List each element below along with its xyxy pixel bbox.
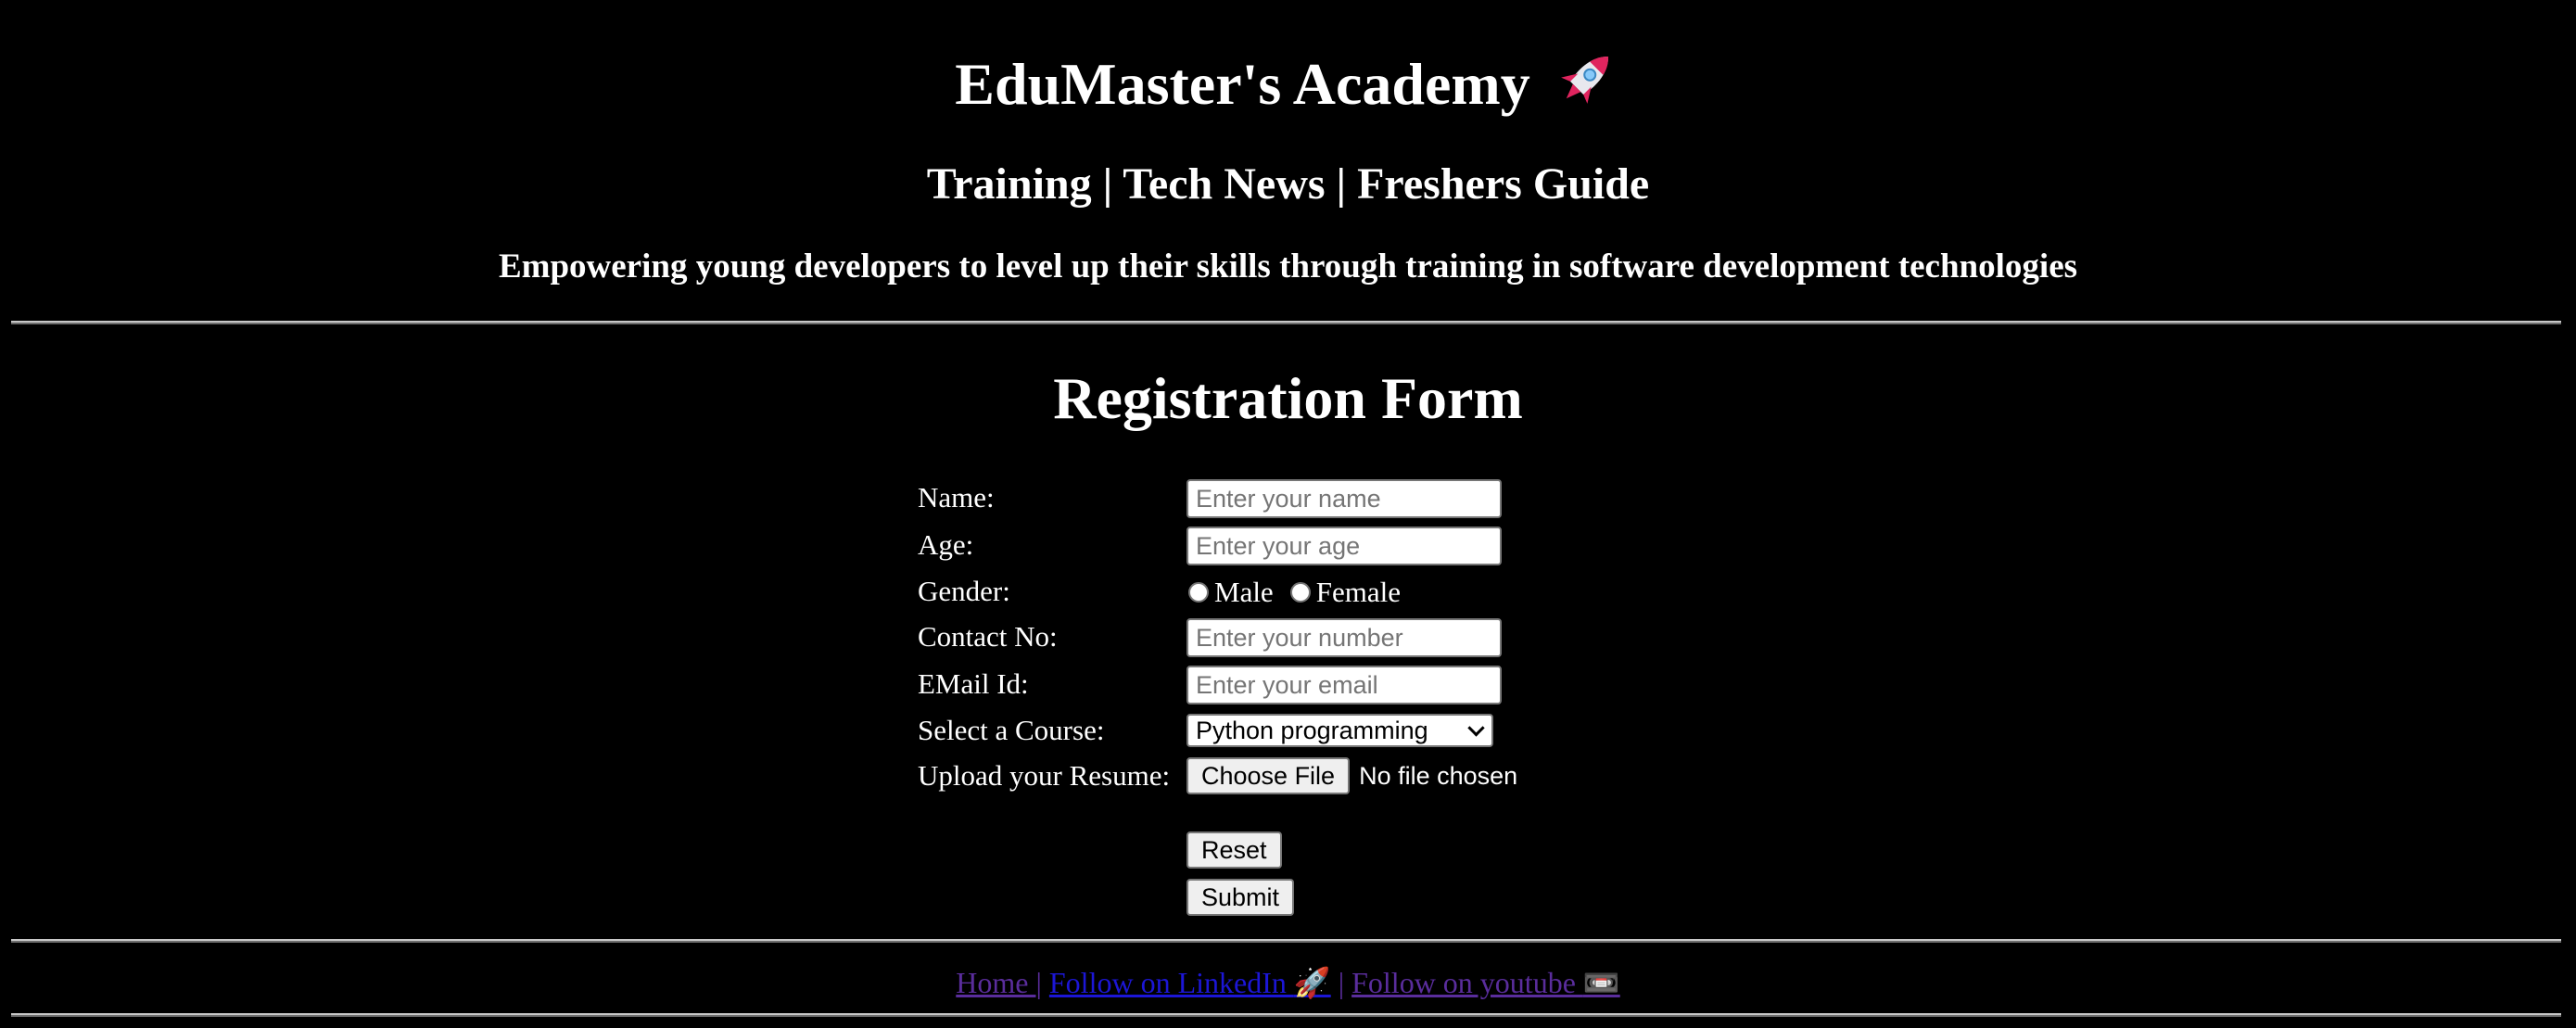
gender-row: Gender: Male Female — [918, 568, 1567, 615]
course-label: Select a Course: — [918, 714, 1105, 746]
nav-subtitle: Training | Tech News | Freshers Guide — [926, 159, 1650, 209]
youtube-link-text: Follow on youtube — [1351, 966, 1583, 999]
submit-control: Submit — [1186, 879, 1295, 916]
youtube-link[interactable]: Follow on youtube 📼 — [1351, 965, 1620, 1000]
chevron-down-icon — [1467, 719, 1485, 737]
email-row: EMail Id: — [918, 661, 1567, 707]
linkedin-link[interactable]: Follow on LinkedIn 🚀 — [1048, 965, 1331, 1000]
resume-control: Choose File No file chosen — [1186, 757, 1517, 794]
name-input[interactable] — [1186, 479, 1502, 518]
name-row: Name: — [918, 475, 1567, 521]
choose-file-button[interactable]: Choose File — [1186, 757, 1351, 794]
email-control — [1186, 666, 1502, 704]
footer-separator: | — [1035, 966, 1042, 999]
gender-female-radio[interactable] — [1289, 582, 1311, 603]
resume-row: Upload your Resume: Choose File No file … — [918, 753, 1567, 799]
contact-control — [1186, 618, 1502, 657]
home-link[interactable]: Home — [956, 966, 1035, 999]
contact-label: Contact No: — [918, 620, 1058, 653]
age-label: Age: — [918, 528, 974, 561]
name-control — [1186, 479, 1502, 518]
email-input[interactable] — [1186, 666, 1502, 704]
file-status: No file chosen — [1359, 761, 1518, 790]
course-control: Python programming — [1186, 714, 1493, 747]
resume-label: Upload your Resume: — [918, 759, 1171, 792]
reset-control: Reset — [1186, 831, 1282, 869]
site-title: EduMaster's Academy — [0, 43, 2576, 136]
rocket-icon: 🚀 — [1293, 965, 1331, 1000]
footer-separator: | — [1338, 966, 1345, 999]
gender-radio-group: Male Female — [1186, 574, 1410, 611]
email-label: EMail Id: — [918, 667, 1029, 700]
submit-button[interactable]: Submit — [1186, 879, 1295, 916]
gender-male-label[interactable]: Male — [1214, 574, 1274, 611]
gender-male-radio[interactable] — [1188, 582, 1209, 603]
site-title-text: EduMaster's Academy — [955, 51, 1530, 117]
age-input[interactable] — [1186, 527, 1502, 565]
course-row: Select a Course: Python programming — [918, 707, 1567, 754]
contact-input[interactable] — [1186, 618, 1502, 657]
footer-links: Home | Follow on LinkedIn 🚀 | Follow on … — [0, 959, 2576, 1006]
contact-row: Contact No: — [918, 614, 1567, 660]
reset-row: Reset — [918, 828, 1567, 874]
course-select[interactable]: Python programming — [1186, 714, 1493, 747]
reset-button[interactable]: Reset — [1186, 831, 1282, 869]
age-row: Age: — [918, 522, 1567, 568]
tagline: Empowering young developers to level up … — [498, 247, 2078, 286]
linkedin-link-text: Follow on LinkedIn — [1048, 966, 1294, 999]
gender-female-label[interactable]: Female — [1316, 574, 1401, 611]
submit-row: Submit — [918, 875, 1567, 921]
rocket-icon — [1551, 44, 1621, 136]
age-control — [1186, 527, 1502, 565]
divider — [11, 939, 2561, 943]
divider — [11, 1013, 2561, 1017]
divider — [11, 321, 2561, 324]
course-select-value: Python programming — [1196, 716, 1428, 744]
form-title: Registration Form — [1053, 365, 1523, 431]
gender-label: Gender: — [918, 575, 1010, 607]
name-label: Name: — [918, 481, 995, 514]
videocassette-icon: 📼 — [1582, 965, 1620, 1000]
